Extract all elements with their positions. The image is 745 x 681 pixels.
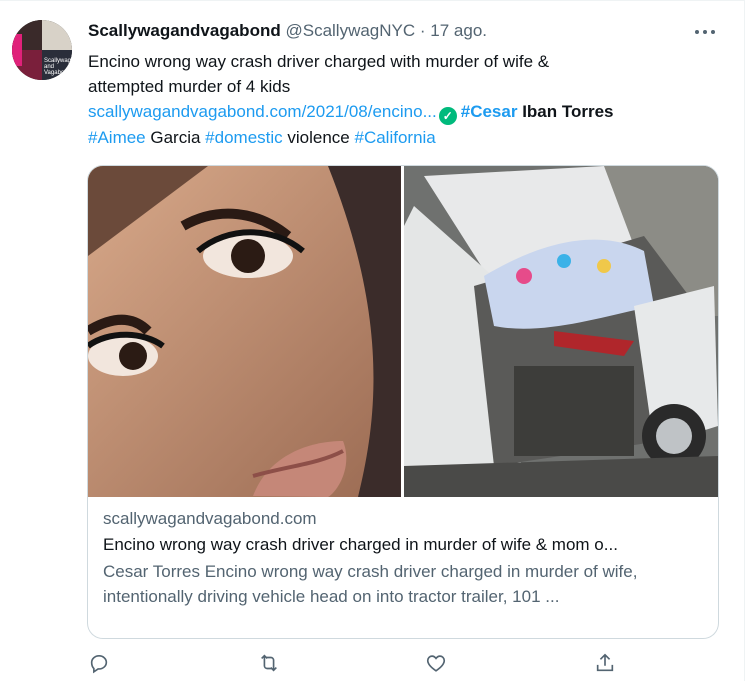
text-garcia: Garcia [145, 128, 206, 147]
tweet-text: Encino wrong way crash driver charged wi… [88, 49, 728, 150]
tweet-text-line1: Encino wrong way crash driver charged wi… [88, 52, 550, 71]
retweet-icon[interactable] [257, 652, 281, 676]
hashtag-cesar[interactable]: #Cesar [461, 102, 518, 121]
avatar[interactable]: Scallywag and Vagabond [12, 20, 72, 80]
author-handle[interactable]: @ScallywagNYC [285, 21, 415, 40]
share-icon[interactable] [594, 652, 618, 676]
card-domain: scallywagandvagabond.com [103, 509, 317, 528]
card-description: Cesar Torres Encino wrong way crash driv… [103, 562, 638, 606]
avatar-caption: Scallywag and Vagabond [44, 58, 72, 76]
hashtag-california[interactable]: #California [354, 128, 435, 147]
like-icon[interactable] [425, 652, 449, 676]
reply-icon[interactable] [88, 652, 112, 676]
hashtag-domestic[interactable]: #domestic [205, 128, 282, 147]
tweet-header: Scallywagandvagabond @ScallywagNYC · 17 … [88, 20, 487, 42]
card-image-crash[interactable] [404, 166, 718, 497]
tweet-link[interactable]: scallywagandvagabond.com/2021/08/encino.… [88, 102, 437, 121]
tweet-text-line3: scallywagandvagabond.com/2021/08/encino.… [88, 99, 728, 125]
card-title: Encino wrong way crash driver charged in… [103, 535, 618, 554]
tweet-actions [88, 652, 728, 678]
timestamp[interactable]: 17 ago. [430, 21, 487, 40]
separator-dot: · [419, 21, 426, 40]
card-meta: scallywagandvagabond.com Encino wrong wa… [103, 507, 703, 609]
author-name[interactable]: Scallywagandvagabond [88, 21, 281, 40]
tweet-text-line4: #Aimee Garcia #domestic violence #Califo… [88, 125, 728, 150]
tweet-text-line2: attempted murder of 4 kids [88, 77, 291, 96]
check-circle-icon: ✓ [438, 107, 457, 125]
text-iban-torres: Iban Torres [517, 102, 614, 121]
card-image-portrait[interactable] [88, 166, 401, 497]
link-card[interactable]: scallywagandvagabond.com Encino wrong wa… [87, 165, 719, 639]
frame-border-top [0, 0, 745, 1]
text-violence: violence [282, 128, 355, 147]
more-options-icon[interactable] [695, 22, 719, 42]
hashtag-aimee[interactable]: #Aimee [88, 128, 146, 147]
